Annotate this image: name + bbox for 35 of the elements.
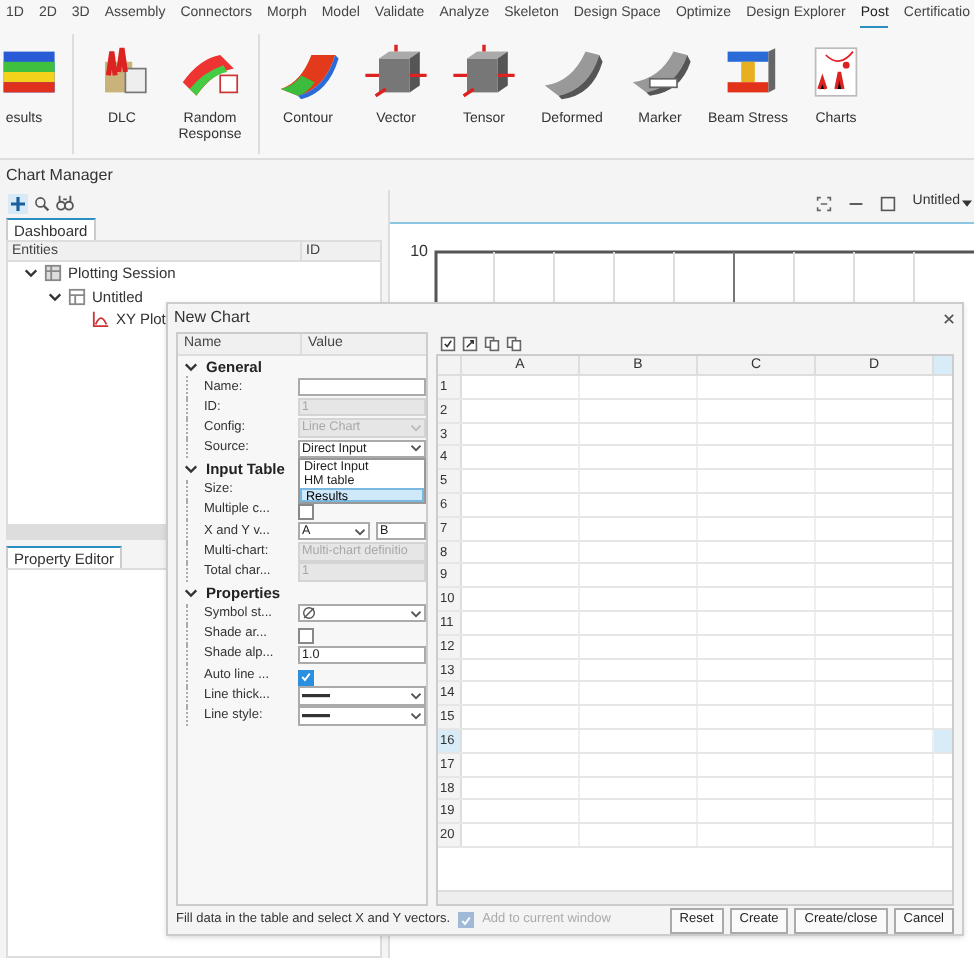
expand-toggle-icon[interactable] [184, 585, 198, 600]
checkbox[interactable] [298, 628, 314, 645]
cube-arrows-icon [450, 44, 518, 100]
caret-icon [410, 607, 422, 620]
line-sample-icon [302, 712, 330, 721]
value-field[interactable] [298, 377, 426, 397]
cube-arrows-icon [362, 44, 430, 100]
line-sample-icon [302, 691, 330, 700]
caret-icon [354, 525, 366, 538]
search-icon[interactable] [34, 195, 50, 211]
empty-symbol-icon [302, 606, 316, 621]
caret-icon [962, 198, 972, 208]
line-dropdown[interactable] [298, 706, 426, 726]
axis-tick-label: 10 [410, 244, 428, 260]
add-icon[interactable] [8, 193, 28, 213]
copy-icon[interactable] [484, 335, 500, 351]
close-icon[interactable] [942, 311, 956, 325]
binoculars-icon[interactable] [56, 194, 74, 212]
fit-icon[interactable] [816, 195, 833, 211]
symbol-dropdown[interactable] [298, 603, 426, 623]
dialog-title: New Chart [174, 306, 250, 330]
table-cell[interactable] [934, 729, 952, 752]
scrollbar[interactable] [438, 890, 952, 904]
panel-title: Chart Manager [6, 163, 113, 187]
checkbox[interactable] [298, 669, 314, 686]
expand-toggle-icon[interactable] [184, 359, 198, 374]
line-plot-icon [92, 310, 110, 329]
select-icon[interactable] [440, 335, 456, 351]
expand-toggle-icon[interactable] [184, 462, 198, 477]
checkbox[interactable] [298, 504, 314, 521]
line-dropdown[interactable] [298, 686, 426, 706]
paste-icon[interactable] [506, 335, 522, 351]
export-icon[interactable] [462, 335, 478, 351]
maximize-icon[interactable] [880, 195, 897, 211]
window-icon [68, 287, 86, 306]
